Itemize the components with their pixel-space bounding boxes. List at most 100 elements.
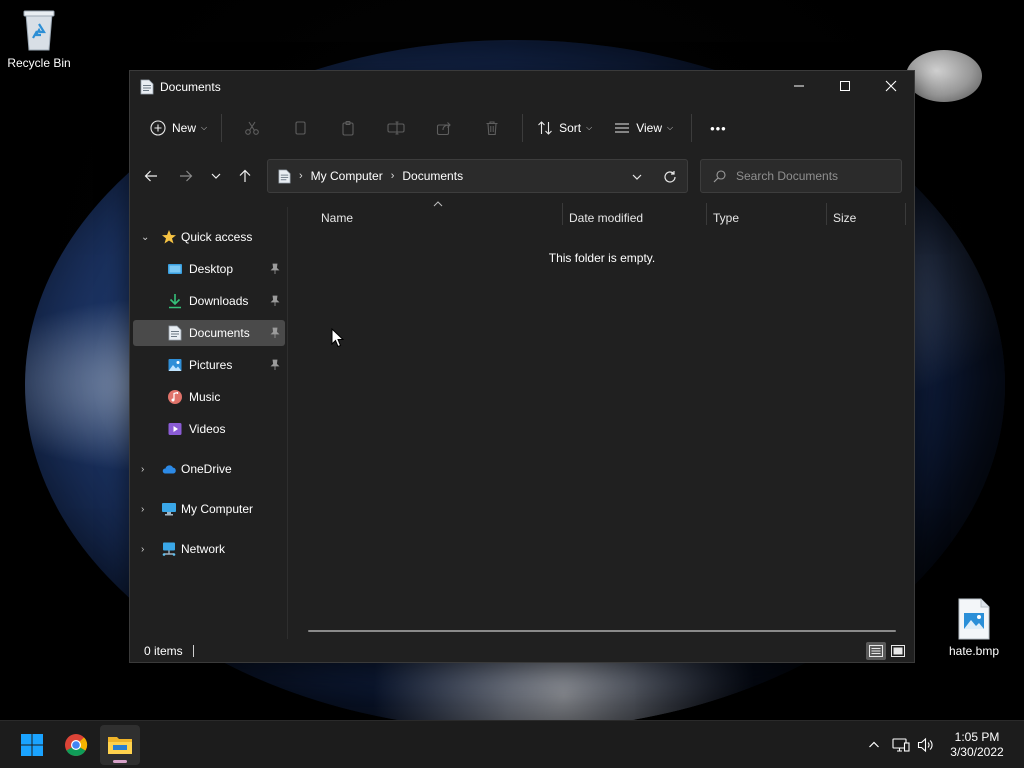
sidebar-item-quick-access[interactable]: ⌄ Quick access bbox=[133, 224, 285, 250]
maximize-button[interactable] bbox=[822, 71, 868, 101]
chevron-right-icon[interactable]: › bbox=[141, 544, 144, 555]
details-view-icon bbox=[869, 645, 883, 657]
delete-button[interactable] bbox=[468, 112, 516, 144]
sidebar-label: Quick access bbox=[181, 230, 253, 244]
column-separator[interactable] bbox=[826, 203, 827, 225]
cut-button[interactable] bbox=[228, 112, 276, 144]
sidebar-item-downloads[interactable]: Downloads bbox=[133, 288, 285, 314]
download-icon bbox=[169, 294, 181, 309]
horizontal-scrollbar[interactable] bbox=[308, 630, 896, 632]
empty-folder-message: This folder is empty. bbox=[548, 251, 656, 265]
column-header-type[interactable]: Type bbox=[713, 211, 739, 225]
large-icons-view-button[interactable] bbox=[888, 642, 908, 660]
sidebar-label: Documents bbox=[189, 326, 250, 340]
paste-button[interactable] bbox=[324, 112, 372, 144]
chrome-icon bbox=[65, 734, 88, 756]
sidebar-item-my-computer[interactable]: › My Computer bbox=[133, 496, 285, 522]
sidebar-label: Desktop bbox=[189, 262, 234, 276]
mouse-cursor-icon bbox=[331, 328, 345, 348]
breadcrumb-chevron-icon: › bbox=[390, 170, 395, 182]
address-history-chevron-icon[interactable] bbox=[631, 171, 643, 183]
search-box[interactable] bbox=[700, 159, 902, 193]
desktop-icon-hate-bmp[interactable]: hate.bmp bbox=[936, 598, 1012, 658]
pin-icon[interactable] bbox=[269, 263, 281, 275]
view-button[interactable]: View ⌵ bbox=[606, 112, 681, 144]
volume-button[interactable] bbox=[916, 735, 936, 755]
rename-icon bbox=[387, 121, 405, 135]
pane-divider[interactable] bbox=[287, 207, 288, 639]
sidebar-item-pictures[interactable]: Pictures bbox=[133, 352, 285, 378]
show-hidden-icons-button[interactable] bbox=[864, 735, 884, 755]
sidebar-label: Music bbox=[189, 390, 221, 404]
share-icon bbox=[437, 122, 451, 136]
taskbar-file-explorer[interactable] bbox=[100, 725, 140, 765]
more-options-button[interactable]: ••• bbox=[702, 112, 735, 144]
sidebar-item-videos[interactable]: Videos bbox=[133, 416, 285, 442]
file-list[interactable]: Name Date modified Type Size This folder… bbox=[290, 199, 914, 639]
recycle-bin-icon bbox=[23, 10, 55, 51]
column-header-name[interactable]: Name bbox=[321, 211, 353, 225]
address-bar[interactable]: › My Computer › Documents bbox=[267, 159, 688, 193]
sidebar-label: Pictures bbox=[189, 358, 233, 372]
desktop-icon-recycle-bin[interactable]: Recycle Bin bbox=[1, 8, 77, 70]
search-input[interactable] bbox=[736, 169, 896, 183]
network-icon bbox=[162, 542, 176, 556]
search-icon bbox=[713, 169, 726, 182]
chevron-down-icon bbox=[211, 173, 221, 179]
sidebar-label: Downloads bbox=[189, 294, 249, 308]
chevron-right-icon[interactable]: › bbox=[141, 504, 144, 515]
minimize-button[interactable] bbox=[776, 71, 822, 101]
sidebar-item-music[interactable]: Music bbox=[133, 384, 285, 410]
network-status-button[interactable] bbox=[891, 735, 911, 755]
navigation-bar: › My Computer › Documents bbox=[130, 153, 914, 199]
chevron-down-icon: ⌵ bbox=[666, 123, 674, 132]
chevron-down-icon[interactable]: ⌄ bbox=[141, 232, 149, 243]
column-separator[interactable] bbox=[706, 203, 707, 225]
sidebar-label: Videos bbox=[189, 422, 226, 436]
up-button[interactable] bbox=[230, 161, 260, 191]
pin-icon[interactable] bbox=[269, 359, 281, 371]
copy-icon bbox=[295, 121, 306, 135]
sort-button[interactable]: Sort ⌵ bbox=[529, 112, 600, 144]
sidebar-item-network[interactable]: › Network bbox=[133, 536, 285, 562]
breadcrumb-documents[interactable]: Documents bbox=[402, 169, 463, 183]
chevron-right-icon[interactable]: › bbox=[141, 464, 144, 475]
chevron-down-icon: ⌵ bbox=[201, 123, 208, 132]
new-button[interactable]: New ⌵ bbox=[142, 112, 215, 144]
start-button[interactable] bbox=[12, 725, 52, 765]
chevron-down-icon: ⌵ bbox=[586, 123, 593, 132]
active-app-indicator bbox=[113, 760, 127, 763]
rename-button[interactable] bbox=[372, 112, 420, 144]
close-button[interactable] bbox=[868, 71, 914, 101]
column-separator[interactable] bbox=[905, 203, 906, 225]
window-controls bbox=[776, 71, 914, 101]
videos-icon bbox=[168, 423, 182, 435]
star-icon bbox=[162, 230, 176, 244]
column-header-size[interactable]: Size bbox=[833, 211, 856, 225]
refresh-icon[interactable] bbox=[663, 170, 677, 184]
forward-button[interactable] bbox=[171, 161, 201, 191]
music-icon bbox=[168, 390, 182, 404]
column-separator[interactable] bbox=[562, 203, 563, 225]
sort-label: Sort bbox=[559, 121, 582, 135]
recent-locations-button[interactable] bbox=[201, 161, 231, 191]
back-button[interactable] bbox=[136, 161, 166, 191]
desktop-folder-icon bbox=[168, 264, 182, 274]
taskbar-clock[interactable]: 1:05 PM 3/30/2022 bbox=[938, 730, 1016, 760]
taskbar-chrome[interactable] bbox=[56, 725, 96, 765]
sidebar-item-desktop[interactable]: Desktop bbox=[133, 256, 285, 282]
column-header-date-modified[interactable]: Date modified bbox=[569, 211, 643, 225]
sidebar-item-documents[interactable]: Documents bbox=[133, 320, 285, 346]
pin-icon[interactable] bbox=[269, 327, 281, 339]
clock-date: 3/30/2022 bbox=[950, 745, 1004, 759]
maximize-icon bbox=[840, 81, 850, 91]
pin-icon[interactable] bbox=[269, 295, 281, 307]
details-view-button[interactable] bbox=[866, 642, 886, 660]
share-button[interactable] bbox=[420, 112, 468, 144]
title-bar[interactable]: Documents bbox=[130, 71, 914, 103]
breadcrumb-my-computer[interactable]: My Computer bbox=[311, 169, 383, 183]
copy-button[interactable] bbox=[276, 112, 324, 144]
sidebar-label: My Computer bbox=[181, 502, 254, 516]
sidebar-item-onedrive[interactable]: › OneDrive bbox=[133, 456, 285, 482]
cloud-icon bbox=[162, 465, 176, 474]
